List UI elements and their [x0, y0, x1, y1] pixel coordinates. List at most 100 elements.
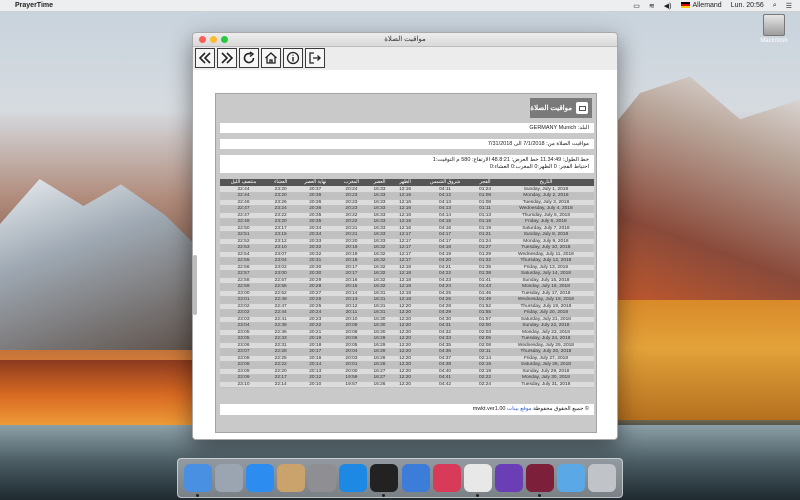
- table-cell: 16:26: [366, 381, 393, 388]
- running-indicator: [475, 494, 479, 497]
- notes-dock-icon[interactable]: [276, 464, 305, 492]
- info-icon: [286, 51, 300, 65]
- precaution-text: احتياط الفجر: 0 الظهر:0 المغرب:0 العشاء:…: [489, 164, 589, 170]
- scrollbar-thumb[interactable]: [193, 255, 197, 315]
- column-header: الظهر: [392, 179, 418, 186]
- spotlight-search-icon[interactable]: ⌕: [773, 2, 777, 10]
- safari-dock-icon[interactable]: [339, 464, 368, 492]
- home-button[interactable]: [261, 48, 281, 68]
- running-indicator: [382, 494, 386, 497]
- table-row: 23:05 22:33 20:19 20:06 16:29 12:20 04:33 02:05…: [220, 335, 594, 343]
- version-text: mwkt.ver1.00: [472, 406, 506, 412]
- table-row: 23:09 22:20 20:13 20:00 16:27 12:20 04:40 02:19…: [220, 368, 594, 375]
- column-header: الفجر: [472, 179, 498, 186]
- close-window-button[interactable]: [199, 36, 206, 43]
- table-row: 23:06 22:31 20:18 20:05 16:29 12:20 04:35 02:08…: [220, 342, 594, 349]
- column-header: منتصف الليل: [220, 179, 267, 186]
- downloads-dock-icon[interactable]: [557, 464, 586, 492]
- system-preferences-dock-icon[interactable]: [308, 464, 337, 492]
- first-page-button[interactable]: [195, 48, 215, 68]
- clock[interactable]: Lun. 20:56: [731, 2, 764, 9]
- xcode-dock-icon[interactable]: [401, 464, 430, 492]
- column-header: العشاء: [267, 179, 295, 186]
- table-row: 22:47 23:22 20:35 20:22 16:33 12:16 04:14 01:13…: [220, 212, 594, 219]
- notification-center-icon[interactable]: ☰: [786, 2, 792, 10]
- website-link[interactable]: موقع بينات: [507, 406, 532, 412]
- table-row: 22:55 23:04 20:31 20:18 16:32 12:17 04:20 01:32…: [220, 257, 594, 265]
- app-store-dock-icon[interactable]: [245, 464, 274, 492]
- finder-dock-icon[interactable]: [183, 464, 212, 497]
- footer: © جميع الحقوق محفوظة موقع بينات mwkt.ver…: [220, 404, 594, 415]
- content-area[interactable]: مواقيت الصلاة البلد: GERMANY Munich مواق…: [193, 70, 617, 439]
- refresh-icon: [243, 51, 255, 64]
- table-body: 22:44 23:20 20:37 20:24 16:33 12:16 04:11 01:24…: [220, 186, 594, 388]
- table-cell: Tuesday, July 31, 2018: [497, 381, 594, 388]
- column-header: المغرب: [336, 179, 367, 186]
- date-range-text: مواقيت الصلاة من: 7/1/2018 الى 7/31/2018: [487, 141, 589, 147]
- country-text: البلد: GERMANY Munich: [529, 125, 589, 131]
- table-header-row: منتصف الليل العشاء نهاية العصر المغرب العصر ا…: [220, 179, 594, 186]
- wifi-icon[interactable]: ≋: [649, 2, 655, 10]
- toolbar: [193, 47, 617, 69]
- column-header: نهاية العصر: [294, 179, 337, 186]
- printer-icon: [576, 102, 588, 114]
- menu-bar-status-area: ▭ ≋ ◀) Allemand Lun. 20:56 ⌕ ☰: [633, 2, 800, 10]
- table-row: 23:02 22:47 20:25 20:12 16:31 12:20 04:28 01:52…: [220, 303, 594, 310]
- prayertime-dock-icon[interactable]: [526, 464, 555, 497]
- table-cell: 23:10: [220, 381, 267, 388]
- table-row: 22:56 23:02 20:30 20:17 16:32 12:18 04:21 01:35…: [220, 264, 594, 271]
- wallpaper-mountain-left: [0, 179, 220, 350]
- exit-button[interactable]: [305, 48, 325, 68]
- table-cell: 12:20: [392, 381, 418, 388]
- running-indicator: [538, 494, 542, 497]
- table-row: 23:02 22:44 20:24 20:11 16:31 12:20 04:29 01:55…: [220, 309, 594, 317]
- table-cell: 22:14: [267, 381, 295, 388]
- window-titlebar[interactable]: مواقيت الصلاة: [193, 33, 617, 47]
- last-page-button[interactable]: [217, 48, 237, 68]
- visual-studio-dock-icon[interactable]: [494, 464, 523, 492]
- table-row: 23:08 22:25 20:16 20:03 16:28 12:20 04:37 02:14…: [220, 355, 594, 362]
- chrome-dock-icon[interactable]: [463, 464, 492, 497]
- table-row: 22:53 23:10 20:32 20:19 16:32 12:17 04:18 01:27…: [220, 244, 594, 252]
- volume-icon[interactable]: ◀): [664, 2, 672, 10]
- table-cell: 04:42: [417, 381, 473, 388]
- refresh-button[interactable]: [239, 48, 259, 68]
- wallpaper-shore-left: [0, 360, 200, 430]
- table-row: 22:59 22:55 20:28 20:15 16:32 12:18 04:24 01:43…: [220, 283, 594, 291]
- prayer-times-table: منتصف الليل العشاء نهاية العصر المغرب العصر ا…: [220, 179, 594, 388]
- column-header: العصر: [366, 179, 393, 186]
- desktop-disk[interactable]: Macintosh: [760, 14, 788, 44]
- table-row: 23:07 22:28 20:17 20:04 16:29 12:20 04:36 02:11…: [220, 348, 594, 356]
- info-button[interactable]: [283, 48, 303, 68]
- disk-label: Macintosh: [760, 38, 788, 44]
- screen-mirroring-icon[interactable]: ▭: [633, 2, 640, 10]
- app-menu-name[interactable]: PrayerTime: [15, 2, 53, 9]
- trash-dock-icon[interactable]: [588, 464, 617, 492]
- wallpaper-forest-right: [600, 300, 800, 420]
- table-row: 23:08 22:22 20:14 20:01 16:28 12:20 04:38 02:16…: [220, 361, 594, 369]
- table-row: 22:54 23:07 20:32 20:19 16:32 12:17 04:19 01:29…: [220, 251, 594, 258]
- launchpad-dock-icon[interactable]: [214, 464, 243, 492]
- german-flag-icon: [680, 2, 690, 9]
- exit-icon: [309, 52, 321, 64]
- table-row: 23:10 22:14 20:10 19:57 16:26 12:20 04:42 02:24…: [220, 381, 594, 388]
- table-row: 22:46 23:26 20:36 20:23 16:33 12:16 04:13 01:08…: [220, 199, 594, 206]
- hard-drive-icon: [763, 14, 785, 36]
- column-header: التاريخ: [497, 179, 594, 186]
- table-row: 22:44 23:20 20:36 20:23 16:33 12:16 04:12 01:08…: [220, 192, 594, 200]
- table-row: 22:50 23:17 20:34 20:21 16:33 12:16 04:16 01:19…: [220, 225, 594, 232]
- app-window: مواقيت الصلاة مواقيت الصلاة البلد: GERMA…: [192, 32, 618, 440]
- minimize-window-button[interactable]: [210, 36, 217, 43]
- table-row: 23:01 22:49 20:26 20:13 16:31 12:18 04:26 01:49…: [220, 296, 594, 304]
- table-row: 23:09 22:17 20:12 19:59 16:27 12:20 04:41 02:22…: [220, 374, 594, 382]
- table-row: 22:58 22:57 20:29 20:16 16:32 12:18 04:23 01:41…: [220, 277, 594, 284]
- photo-booth-dock-icon[interactable]: [432, 464, 461, 492]
- prayer-times-panel: مواقيت الصلاة البلد: GERMANY Munich مواق…: [215, 93, 597, 433]
- table-row: 22:52 23:12 20:33 20:20 16:33 12:17 04:17 01:24…: [220, 238, 594, 245]
- terminal-dock-icon[interactable]: [370, 464, 399, 497]
- print-button[interactable]: مواقيت الصلاة: [530, 98, 592, 118]
- zoom-window-button[interactable]: [221, 36, 228, 43]
- table-row: 22:57 23:00 20:30 20:17 16:32 12:18 04:22 01:38…: [220, 270, 594, 278]
- table-row: 23:04 22:38 20:22 20:09 16:30 12:20 04:31 02:00…: [220, 322, 594, 330]
- input-source-menu[interactable]: Allemand: [680, 2, 722, 9]
